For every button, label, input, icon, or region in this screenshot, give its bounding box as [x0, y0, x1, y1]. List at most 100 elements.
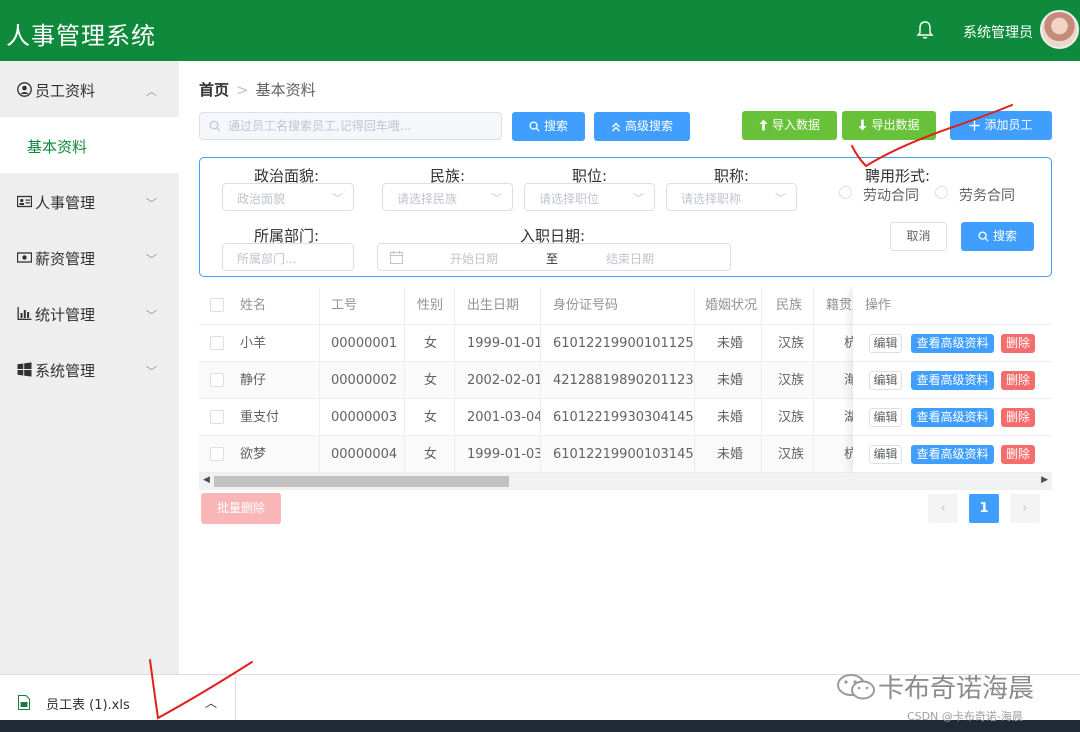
date-end-placeholder: 结束日期 — [606, 252, 655, 266]
nation-select[interactable]: 请选择民族 ﹀ — [382, 183, 513, 211]
sidebar-item-label: 员工资料 — [35, 82, 96, 100]
actions-row: 编辑 查看高级资料 删除 — [853, 325, 1052, 362]
column-header-birthday: 出生日期 — [455, 287, 541, 325]
view-details-button[interactable]: 查看高级资料 — [911, 371, 994, 390]
cell-workid: 00000004 — [320, 436, 405, 473]
column-header-wedlock: 婚姻状况 — [695, 287, 762, 325]
download-file-name[interactable]: 员工表 (1).xls — [46, 694, 130, 713]
horizontal-scrollbar[interactable]: ◀ ▶ — [199, 473, 1052, 490]
cancel-button[interactable]: 取消 — [890, 222, 947, 251]
chevron-down-icon: ﹀ — [146, 365, 157, 378]
cell-birthday: 1999-01-01 — [455, 325, 541, 362]
scrollbar-thumb[interactable] — [214, 476, 509, 487]
row-checkbox[interactable] — [210, 373, 224, 387]
position-select[interactable]: 请选择职位 ﹀ — [524, 183, 655, 211]
bar-chart-icon — [17, 307, 32, 320]
delete-button[interactable]: 删除 — [1001, 445, 1035, 464]
advanced-search-button[interactable]: 高级搜索 — [594, 112, 690, 141]
edit-button[interactable]: 编辑 — [869, 445, 902, 464]
breadcrumb-home[interactable]: 首页 — [199, 81, 229, 99]
export-data-button[interactable]: 导出数据 — [842, 111, 936, 140]
calendar-icon — [390, 251, 403, 264]
sidebar: 员工资料 ︿ 基本资料 人事管理 ﹀ 薪资管理 ﹀ 统计管理 ﹀ 系统管理 ﹀ — [0, 61, 179, 674]
user-circle-icon — [17, 82, 32, 97]
sidebar-item-statistics[interactable]: 统计管理 ﹀ — [0, 285, 179, 341]
search-button-label: 搜索 — [543, 119, 568, 133]
sidebar-item-employee[interactable]: 员工资料 ︿ — [0, 61, 179, 117]
prev-page-button[interactable]: ‹ — [928, 494, 958, 523]
chevron-down-icon: ﹀ — [633, 192, 644, 205]
view-details-button[interactable]: 查看高级资料 — [911, 445, 994, 464]
view-details-button[interactable]: 查看高级资料 — [911, 334, 994, 353]
page-number-current[interactable]: 1 — [969, 494, 999, 523]
sidebar-item-salary[interactable]: 薪资管理 ﹀ — [0, 229, 179, 285]
dept-placeholder: 所属部门... — [237, 252, 297, 266]
search-icon — [529, 121, 540, 132]
cell-idcard: 421288198902011234 — [541, 362, 695, 399]
breadcrumb-current: 基本资料 — [255, 81, 316, 99]
select-all-checkbox[interactable] — [210, 298, 224, 312]
engage-option-label: 劳动合同 — [863, 188, 919, 204]
chevron-up-icon[interactable]: ︿ — [205, 694, 217, 711]
delete-button[interactable]: 删除 — [1001, 408, 1035, 427]
column-header-name: 姓名 — [231, 287, 320, 325]
cell-workid: 00000002 — [320, 362, 405, 399]
advanced-search-submit-label: 搜索 — [992, 229, 1017, 243]
batch-delete-button[interactable]: 批量删除 — [201, 493, 281, 524]
sidebar-subitem-basic-info[interactable]: 基本资料 — [0, 117, 179, 173]
excel-file-icon — [18, 695, 30, 710]
joblevel-select[interactable]: 请选择职称 ﹀ — [666, 183, 797, 211]
column-header-idcard: 身份证号码 — [541, 287, 695, 325]
search-button[interactable]: 搜索 — [512, 112, 585, 141]
employee-table: 姓名 工号 性别 出生日期 身份证号码 婚姻状况 民族 籍贯 小羊 000000… — [199, 287, 1052, 490]
add-employee-button[interactable]: 添加员工 — [950, 111, 1052, 140]
cell-gender: 女 — [405, 399, 455, 436]
upload-arrow-icon — [759, 119, 768, 131]
hire-date-range[interactable]: 开始日期 至 结束日期 — [377, 243, 731, 271]
double-chevron-up-icon — [611, 122, 620, 132]
view-details-button[interactable]: 查看高级资料 — [911, 408, 994, 427]
row-checkbox[interactable] — [210, 336, 224, 350]
bell-icon[interactable] — [916, 20, 934, 40]
row-checkbox[interactable] — [210, 447, 224, 461]
import-data-button[interactable]: 导入数据 — [742, 111, 837, 140]
date-start-placeholder: 开始日期 — [450, 252, 499, 266]
scroll-right-arrow-icon[interactable]: ▶ — [1041, 475, 1048, 485]
sidebar-item-personnel[interactable]: 人事管理 ﹀ — [0, 173, 179, 229]
scroll-left-arrow-icon[interactable]: ◀ — [203, 475, 210, 485]
politic-select[interactable]: 政治面貌 ﹀ — [222, 183, 354, 211]
delete-button[interactable]: 删除 — [1001, 371, 1035, 390]
column-header-workid: 工号 — [320, 287, 405, 325]
top-header: 人事管理系统 系统管理员 — [0, 0, 1080, 61]
edit-button[interactable]: 编辑 — [869, 408, 902, 427]
edit-button[interactable]: 编辑 — [869, 334, 902, 353]
sidebar-item-label: 人事管理 — [35, 194, 96, 212]
sidebar-item-system[interactable]: 系统管理 ﹀ — [0, 341, 179, 397]
chevron-down-icon: ﹀ — [491, 192, 502, 205]
search-icon — [209, 120, 221, 132]
cancel-label: 取消 — [906, 229, 931, 243]
row-checkbox[interactable] — [210, 410, 224, 424]
advanced-search-label: 高级搜索 — [624, 119, 673, 133]
next-page-button[interactable]: › — [1010, 494, 1040, 523]
actions-row: 编辑 查看高级资料 删除 — [853, 436, 1052, 473]
cell-birthday: 2002-02-01 — [455, 362, 541, 399]
column-header-nation: 民族 — [762, 287, 814, 325]
watermark-text: 卡布奇诺海晨 — [878, 674, 1035, 704]
avatar[interactable] — [1040, 10, 1079, 49]
import-data-label: 导入数据 — [771, 118, 820, 132]
dept-input[interactable]: 所属部门... — [222, 243, 354, 271]
cell-gender: 女 — [405, 325, 455, 362]
cell-birthday: 2001-03-04 — [455, 399, 541, 436]
cell-wedlock: 未婚 — [695, 362, 762, 399]
plus-icon — [969, 120, 980, 131]
cell-nation: 汉族 — [762, 436, 814, 473]
advanced-search-submit-button[interactable]: 搜索 — [961, 222, 1034, 251]
cell-workid: 00000003 — [320, 399, 405, 436]
edit-button[interactable]: 编辑 — [869, 371, 902, 390]
user-name[interactable]: 系统管理员 — [963, 22, 1033, 42]
sidebar-item-label: 统计管理 — [35, 306, 96, 324]
cell-nation: 汉族 — [762, 362, 814, 399]
employee-search-input[interactable] — [228, 117, 496, 135]
delete-button[interactable]: 删除 — [1001, 334, 1035, 353]
